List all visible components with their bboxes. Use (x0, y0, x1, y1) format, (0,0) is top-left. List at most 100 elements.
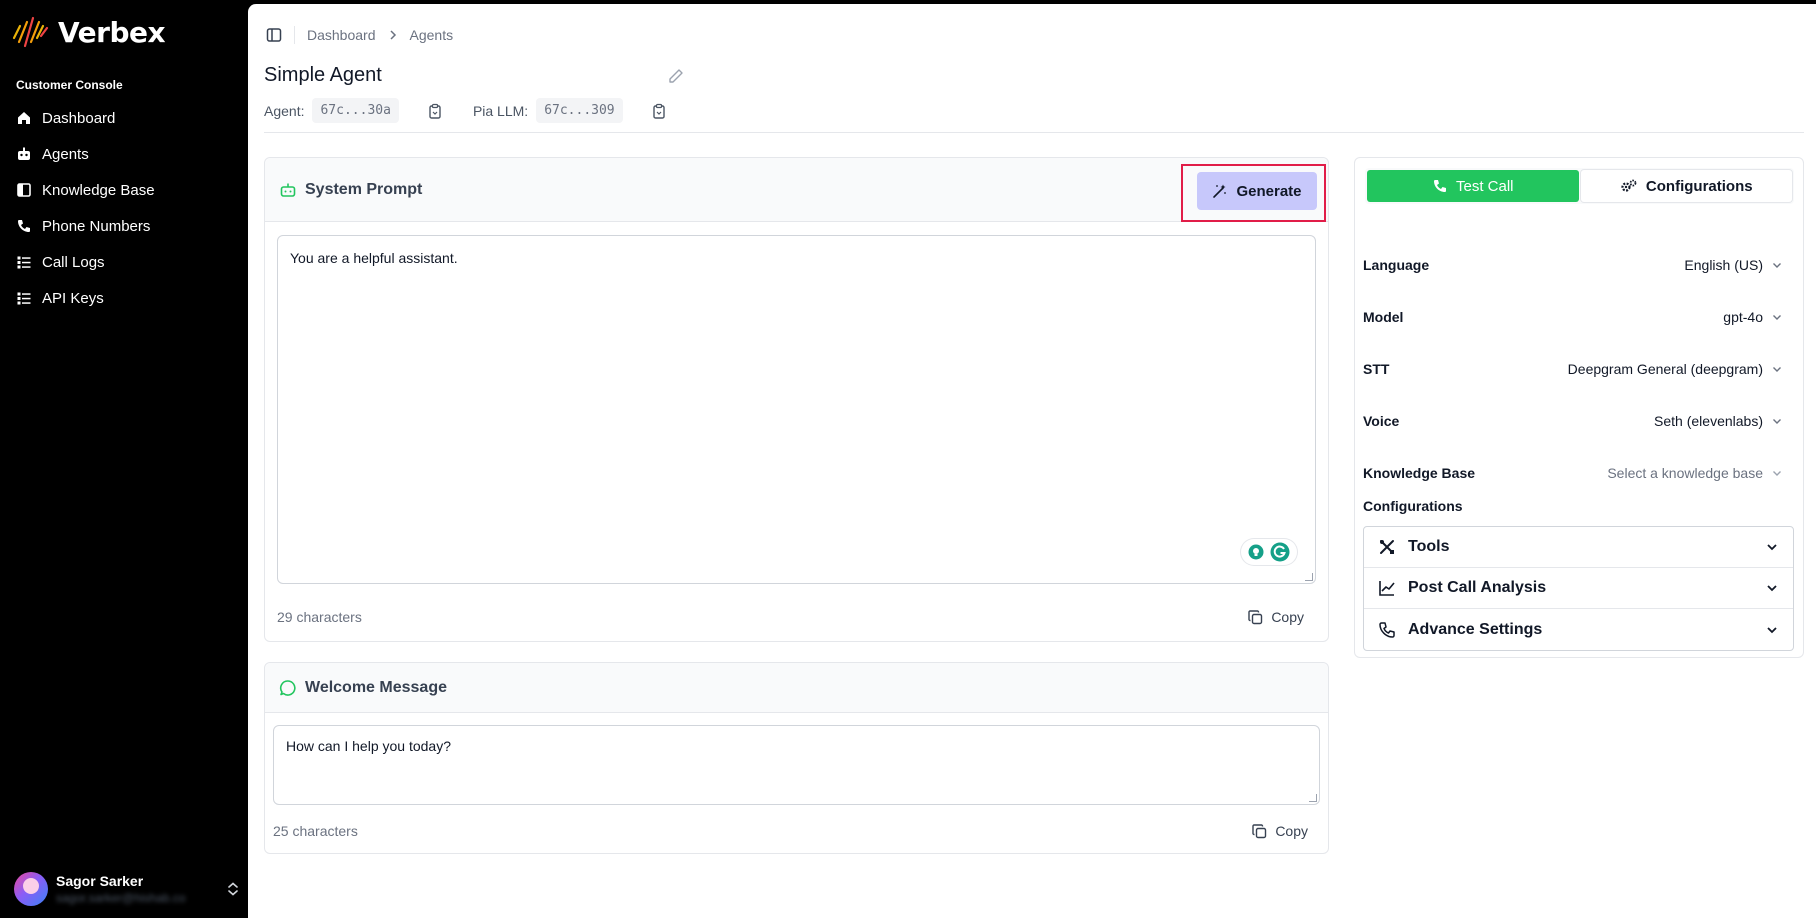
stt-field: STT Deepgram General (deepgram) (1363, 354, 1783, 384)
copy-agent-id-icon[interactable] (427, 103, 443, 119)
sidebar-item-label: Knowledge Base (42, 181, 155, 199)
phone-icon (18, 220, 30, 232)
verbex-logo-icon (12, 16, 49, 48)
agent-ids: Agent: 67c...30a Pia LLM: 67c...309 (264, 98, 689, 123)
copy-button[interactable]: Copy (1248, 609, 1316, 625)
chevron-down-icon (1773, 367, 1781, 372)
stt-select[interactable]: Deepgram General (deepgram) (1568, 361, 1783, 377)
tab-label: Configurations (1645, 177, 1753, 195)
grammarly-widget[interactable] (1241, 539, 1297, 565)
chevron-down-icon (1767, 626, 1777, 633)
sidebar-toggle-icon[interactable] (266, 27, 282, 43)
field-label: STT (1363, 361, 1390, 377)
system-prompt-card: System Prompt Generate You are a helpful… (264, 157, 1329, 642)
tab-label: Test Call (1455, 177, 1514, 195)
configurations-label: Configurations (1363, 498, 1463, 514)
sidebar-item-label: Call Logs (42, 253, 105, 271)
copy-llm-id-icon[interactable] (651, 103, 667, 119)
sidebar-item-label: Phone Numbers (42, 217, 151, 235)
agent-id-chip: 67c...30a (312, 98, 399, 123)
voice-select[interactable]: Seth (elevenlabs) (1654, 413, 1783, 429)
generate-button[interactable]: Generate (1197, 172, 1317, 210)
list-icon (17, 256, 31, 269)
accordion-label: Advance Settings (1408, 620, 1543, 638)
configurations-accordion: Tools Post Call Analysis Advance Setting… (1363, 526, 1794, 651)
sidebar-item-api-keys[interactable]: API Keys (0, 280, 248, 316)
bot-icon (18, 147, 30, 160)
chevron-down-icon (1767, 585, 1777, 592)
sidebar-item-knowledge-base[interactable]: Knowledge Base (0, 172, 248, 208)
sidebar-item-call-logs[interactable]: Call Logs (0, 244, 248, 280)
edit-icon[interactable] (668, 68, 684, 84)
brand-name: Verbex (58, 15, 166, 49)
breadcrumb-dashboard[interactable]: Dashboard (307, 27, 376, 43)
llm-id-label: Pia LLM: (472, 102, 529, 119)
language-select[interactable]: English (US) (1684, 257, 1783, 273)
knowledge-base-select[interactable]: Select a knowledge base (1607, 465, 1783, 481)
line-chart-icon (1379, 581, 1395, 596)
chevron-down-icon (1773, 419, 1781, 424)
sidebar-item-agents[interactable]: Agents (0, 136, 248, 172)
llm-id-chip: 67c...309 (536, 98, 623, 123)
list-icon (17, 292, 31, 305)
breadcrumb-agents[interactable]: Agents (410, 27, 454, 43)
chevron-down-icon (1767, 544, 1777, 551)
tools-icon (1380, 540, 1394, 554)
divider (294, 26, 295, 44)
brand-logo[interactable]: Verbex (10, 12, 166, 52)
model-select[interactable]: gpt-4o (1723, 309, 1783, 325)
accordion-post-call-analysis[interactable]: Post Call Analysis (1364, 568, 1793, 609)
welcome-message-textarea[interactable]: How can I help you today? (273, 725, 1320, 805)
field-label: Language (1363, 257, 1430, 273)
tab-configurations[interactable]: Configurations (1580, 170, 1792, 202)
accordion-tools[interactable]: Tools (1364, 527, 1793, 568)
chevron-up-down-icon[interactable] (226, 881, 240, 897)
resize-handle[interactable] (1309, 794, 1317, 802)
resize-handle[interactable] (1305, 573, 1313, 581)
page-title: Simple Agent (264, 64, 382, 86)
divider (264, 132, 1804, 133)
voice-field: Voice Seth (elevenlabs) (1363, 406, 1783, 436)
language-field: Language English (US) (1363, 250, 1783, 280)
field-value: English (US) (1684, 257, 1763, 273)
system-prompt-footer: 29 characters Copy (277, 609, 1316, 625)
copy-label: Copy (1271, 609, 1304, 625)
copy-label: Copy (1275, 823, 1308, 839)
panel-tabs: Test Call Configurations (1365, 168, 1794, 204)
copy-button[interactable]: Copy (1252, 823, 1320, 839)
home-icon (18, 112, 30, 124)
field-value: gpt-4o (1723, 309, 1763, 325)
knowledge-base-field: Knowledge Base Select a knowledge base (1363, 458, 1783, 488)
sidebar-nav: Dashboard Agents Knowledge Base Phone Nu… (0, 100, 248, 316)
tab-test-call[interactable]: Test Call (1367, 170, 1579, 202)
right-panel: Test Call Configurations Language Englis… (1354, 157, 1804, 658)
chevron-right-icon (389, 30, 396, 40)
field-label: Knowledge Base (1363, 465, 1476, 481)
chevron-down-icon (1773, 471, 1781, 476)
field-value: Seth (elevenlabs) (1654, 413, 1763, 429)
phone-icon (1433, 180, 1446, 192)
system-prompt-header: System Prompt (265, 158, 1328, 222)
sidebar-item-dashboard[interactable]: Dashboard (0, 100, 248, 136)
model-field: Model gpt-4o (1363, 302, 1783, 332)
accordion-advance-settings[interactable]: Advance Settings (1364, 609, 1793, 650)
sidebar-item-phone-numbers[interactable]: Phone Numbers (0, 208, 248, 244)
welcome-message-title: Welcome Message (305, 678, 447, 696)
bot-icon (280, 183, 296, 197)
sidebar-item-label: Dashboard (42, 109, 116, 127)
user-menu[interactable]: Sagor Sarker sagor.sarker@hishab.co (14, 868, 240, 910)
lightbulb-icon (1248, 544, 1264, 560)
topbar: Dashboard Agents (266, 26, 453, 44)
message-circle-icon (279, 679, 296, 696)
user-email: sagor.sarker@hishab.co (56, 891, 186, 905)
user-name: Sagor Sarker (56, 873, 144, 889)
char-count: 29 characters (277, 609, 362, 625)
system-prompt-text: You are a helpful assistant. (290, 250, 458, 266)
book-icon (17, 183, 31, 197)
welcome-message-text: How can I help you today? (286, 738, 451, 754)
system-prompt-title: System Prompt (305, 180, 423, 198)
field-label: Voice (1363, 413, 1400, 429)
main-content: Dashboard Agents Simple Agent Agent: 67c… (248, 4, 1816, 918)
system-prompt-textarea[interactable]: You are a helpful assistant. (277, 235, 1316, 584)
grammarly-icon (1270, 542, 1290, 562)
